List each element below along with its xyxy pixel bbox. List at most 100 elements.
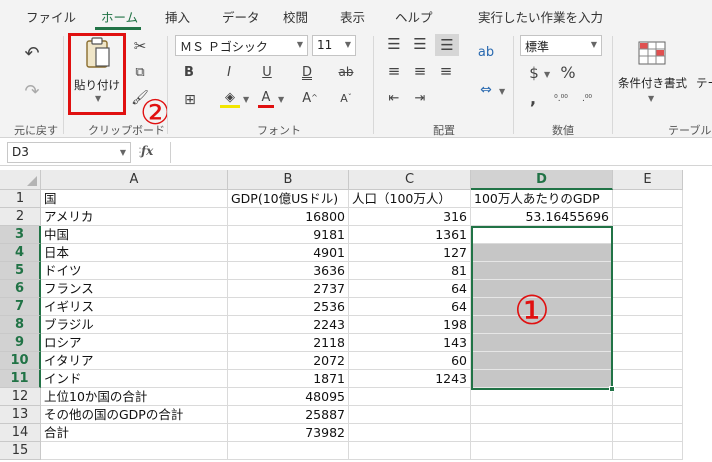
align-top-icon[interactable]: ☰ xyxy=(385,36,403,52)
increase-indent-icon[interactable]: ⇥ xyxy=(411,90,429,106)
cell-e12[interactable] xyxy=(613,388,683,406)
cell-a9[interactable]: ロシア xyxy=(41,334,228,352)
cell-b5[interactable]: 3636 xyxy=(228,262,349,280)
cell-e3[interactable] xyxy=(613,226,683,244)
align-center-icon[interactable]: ≡ xyxy=(411,63,429,79)
double-underline-button[interactable]: D xyxy=(300,64,314,80)
cell-e10[interactable] xyxy=(613,352,683,370)
chevron-down-icon[interactable]: ▼ xyxy=(243,95,249,104)
row-header[interactable]: 7 xyxy=(0,298,41,316)
row-header[interactable]: 3 xyxy=(0,226,41,244)
cell-d14[interactable] xyxy=(471,424,613,442)
cell-d7[interactable] xyxy=(471,298,613,316)
cell-b10[interactable]: 2072 xyxy=(228,352,349,370)
cell-c11[interactable]: 1243 xyxy=(349,370,471,388)
cell-b12[interactable]: 48095 xyxy=(228,388,349,406)
tab-file[interactable]: ファイル xyxy=(26,7,76,26)
row-header[interactable]: 15 xyxy=(0,442,41,460)
cell-c12[interactable] xyxy=(349,388,471,406)
cell-c9[interactable]: 143 xyxy=(349,334,471,352)
cell-d9[interactable] xyxy=(471,334,613,352)
tab-review[interactable]: 校閲 xyxy=(283,7,308,26)
comma-style-button[interactable]: , xyxy=(526,90,540,108)
cell-b9[interactable]: 2118 xyxy=(228,334,349,352)
cell-e4[interactable] xyxy=(613,244,683,262)
cell-a5[interactable]: ドイツ xyxy=(41,262,228,280)
bold-button[interactable]: B xyxy=(182,64,196,80)
cell-e7[interactable] xyxy=(613,298,683,316)
cell-a6[interactable]: フランス xyxy=(41,280,228,298)
cell-c14[interactable] xyxy=(349,424,471,442)
cell-c5[interactable]: 81 xyxy=(349,262,471,280)
row-header[interactable]: 14 xyxy=(0,424,41,442)
cell-b2[interactable]: 16800 xyxy=(228,208,349,226)
underline-button[interactable]: U xyxy=(260,64,274,80)
chevron-down-icon[interactable]: ▼ xyxy=(499,87,505,96)
cell-c15[interactable] xyxy=(349,442,471,460)
row-header[interactable]: 4 xyxy=(0,244,41,262)
cell-c4[interactable]: 127 xyxy=(349,244,471,262)
cell-b7[interactable]: 2536 xyxy=(228,298,349,316)
cell-b13[interactable]: 25887 xyxy=(228,406,349,424)
cell-a4[interactable]: 日本 xyxy=(41,244,228,262)
conditional-format-label[interactable]: 条件付き書式 xyxy=(618,75,687,91)
align-left-icon[interactable]: ≡ xyxy=(385,63,403,79)
cell-b15[interactable] xyxy=(228,442,349,460)
decrease-decimal-icon[interactable]: .⁰⁰ xyxy=(576,90,598,108)
cell-b8[interactable]: 2243 xyxy=(228,316,349,334)
decrease-indent-icon[interactable]: ⇤ xyxy=(385,90,403,106)
cell-e8[interactable] xyxy=(613,316,683,334)
insert-function-button[interactable]: fx xyxy=(141,144,153,158)
cell-d2[interactable]: 53.16455696 xyxy=(471,208,613,226)
cell-a3[interactable]: 中国 xyxy=(41,226,228,244)
row-header[interactable]: 8 xyxy=(0,316,41,334)
row-header[interactable]: 1 xyxy=(0,190,41,208)
row-header[interactable]: 6 xyxy=(0,280,41,298)
cell-b3[interactable]: 9181 xyxy=(228,226,349,244)
percent-format-button[interactable]: % xyxy=(558,64,578,82)
undo-icon[interactable]: ↶ xyxy=(22,44,42,64)
cell-a8[interactable]: ブラジル xyxy=(41,316,228,334)
cell-a15[interactable] xyxy=(41,442,228,460)
cell-d1[interactable]: 100万人あたりのGDP xyxy=(471,190,613,208)
redo-icon[interactable]: ↷ xyxy=(22,82,42,102)
currency-format-button[interactable]: $ xyxy=(526,64,542,82)
increase-decimal-icon[interactable]: ⁰.⁰⁰ xyxy=(550,90,572,108)
cell-c7[interactable]: 64 xyxy=(349,298,471,316)
cell-e5[interactable] xyxy=(613,262,683,280)
row-header[interactable]: 5 xyxy=(0,262,41,280)
cell-a1[interactable]: 国 xyxy=(41,190,228,208)
cell-d5[interactable] xyxy=(471,262,613,280)
tab-insert[interactable]: 挿入 xyxy=(165,7,190,26)
cell-c2[interactable]: 316 xyxy=(349,208,471,226)
cell-b1[interactable]: GDP(10億USドル) xyxy=(228,190,349,208)
align-middle-icon[interactable]: ☰ xyxy=(411,36,429,52)
format-as-table-label[interactable]: テー xyxy=(696,75,712,91)
cell-a7[interactable]: イギリス xyxy=(41,298,228,316)
cell-b11[interactable]: 1871 xyxy=(228,370,349,388)
cell-b14[interactable]: 73982 xyxy=(228,424,349,442)
chevron-down-icon[interactable]: ▼ xyxy=(278,95,284,104)
cell-c3[interactable]: 1361 xyxy=(349,226,471,244)
cell-d10[interactable] xyxy=(471,352,613,370)
cell-c8[interactable]: 198 xyxy=(349,316,471,334)
name-box[interactable]: D3 ▼ xyxy=(7,142,131,163)
tab-home[interactable]: ホーム xyxy=(101,7,138,26)
cell-c10[interactable]: 60 xyxy=(349,352,471,370)
cell-d8[interactable] xyxy=(471,316,613,334)
column-header-b[interactable]: B xyxy=(228,170,349,190)
row-header[interactable]: 10 xyxy=(0,352,41,370)
formula-input[interactable] xyxy=(170,142,710,163)
column-header-d[interactable]: D xyxy=(471,170,613,190)
cell-b4[interactable]: 4901 xyxy=(228,244,349,262)
column-header-e[interactable]: E xyxy=(613,170,683,190)
cell-e1[interactable] xyxy=(613,190,683,208)
tab-help[interactable]: ヘルプ xyxy=(395,7,433,26)
tell-me-search[interactable]: 実行したい作業を入力 xyxy=(478,7,603,26)
cell-a2[interactable]: アメリカ xyxy=(41,208,228,226)
cell-c13[interactable] xyxy=(349,406,471,424)
cell-e13[interactable] xyxy=(613,406,683,424)
cell-e2[interactable] xyxy=(613,208,683,226)
cell-d4[interactable] xyxy=(471,244,613,262)
cell-e9[interactable] xyxy=(613,334,683,352)
